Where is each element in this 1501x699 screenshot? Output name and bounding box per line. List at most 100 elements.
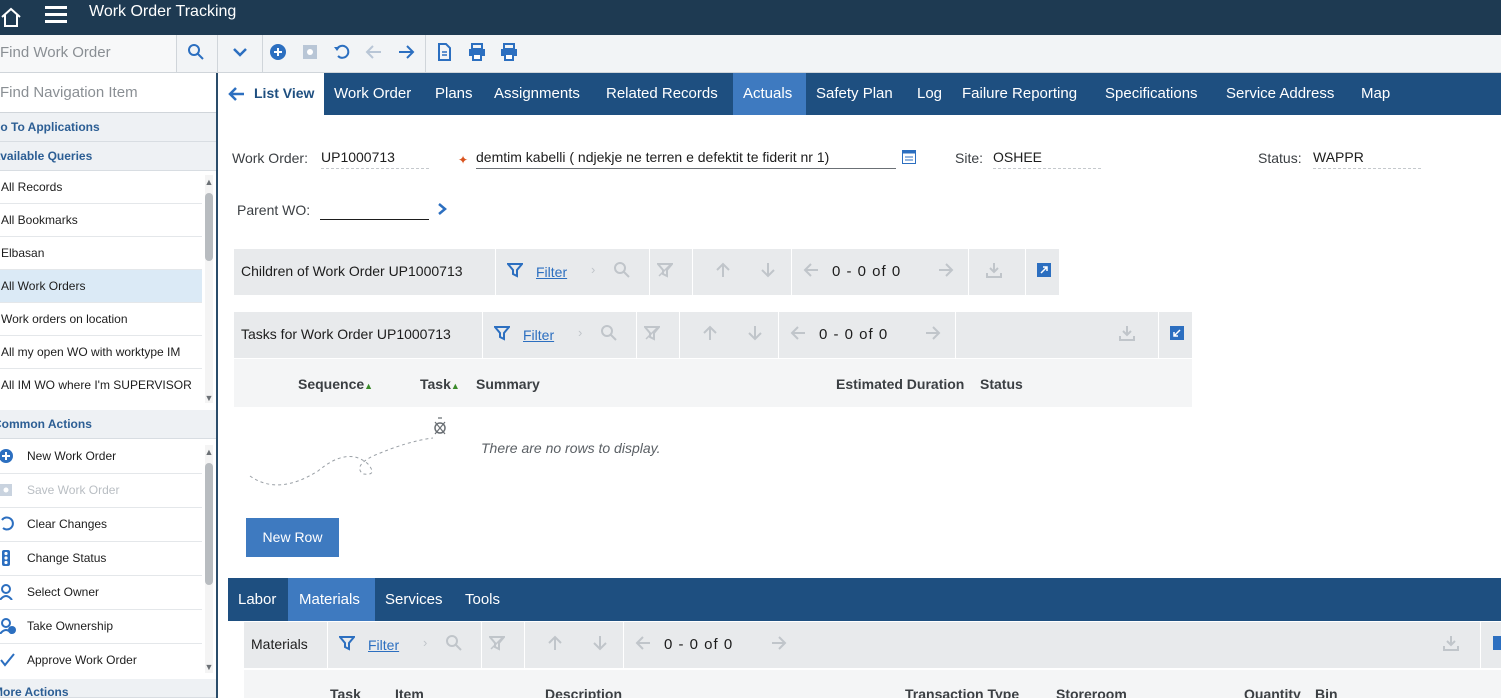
next-page-icon[interactable] (925, 325, 941, 345)
new-row-button[interactable]: New Row (246, 518, 339, 557)
tab-assignments[interactable]: Assignments (484, 73, 596, 115)
description-field[interactable]: demtim kabelli ( ndjekje ne terren e def… (476, 149, 896, 169)
back-arrow-icon[interactable] (363, 43, 385, 65)
clear-filter-icon[interactable] (487, 635, 507, 655)
query-item[interactable]: All Records (0, 171, 202, 204)
scroll-down-icon[interactable]: ▼ (204, 662, 214, 672)
arrow-up-icon[interactable] (715, 262, 731, 282)
column-description[interactable]: Description (545, 686, 622, 698)
new-work-order-action[interactable]: New Work Order (0, 440, 202, 474)
filter-link[interactable]: Filter (523, 327, 554, 343)
download-icon[interactable] (1443, 635, 1459, 655)
search-icon[interactable] (601, 325, 617, 345)
menu-icon[interactable] (44, 4, 68, 24)
document-icon[interactable] (433, 43, 455, 65)
filter-link[interactable]: Filter (368, 637, 399, 653)
filter-icon[interactable] (505, 262, 525, 282)
list-view-button[interactable]: List View (218, 73, 324, 115)
save-icon[interactable] (299, 43, 321, 65)
subtab-tools[interactable]: Tools (455, 578, 515, 621)
long-description-icon[interactable] (902, 150, 916, 169)
chevron-down-icon[interactable] (229, 43, 251, 65)
tab-service-address[interactable]: Service Address (1216, 73, 1351, 115)
save-work-order-action[interactable]: Save Work Order (0, 474, 202, 508)
work-order-field[interactable]: UP1000713 (321, 149, 429, 169)
tab-work-order[interactable]: Work Order (324, 73, 425, 115)
next-page-icon[interactable] (771, 635, 787, 655)
query-item[interactable]: Work orders on location (0, 303, 202, 336)
column-bin[interactable]: Bin (1315, 686, 1338, 698)
clear-changes-action[interactable]: Clear Changes (0, 508, 202, 542)
filter-icon[interactable] (337, 635, 357, 655)
query-item[interactable]: Elbasan (0, 237, 202, 270)
scroll-down-icon[interactable]: ▼ (204, 393, 214, 403)
filter-link[interactable]: Filter (536, 264, 567, 280)
arrow-up-icon[interactable] (547, 635, 563, 655)
select-owner-action[interactable]: Select Owner (0, 576, 202, 610)
arrow-down-icon[interactable] (747, 325, 763, 345)
column-task[interactable]: Task▲ (420, 376, 460, 392)
queries-scroll-thumb[interactable] (205, 193, 213, 261)
query-item[interactable]: All IM WO where I'm SUPERVISOR (0, 369, 202, 402)
chevron-right-icon[interactable]: › (591, 262, 595, 277)
column-storeroom[interactable]: Storeroom (1056, 686, 1127, 698)
query-item-selected[interactable]: All Work Orders (0, 270, 202, 303)
common-actions-header[interactable]: Common Actions (0, 410, 216, 439)
previous-page-icon[interactable] (803, 262, 819, 282)
arrow-up-icon[interactable] (702, 325, 718, 345)
next-page-icon[interactable] (938, 262, 954, 282)
print-details-icon[interactable] (498, 43, 520, 65)
subtab-services[interactable]: Services (375, 578, 455, 621)
column-summary[interactable]: Summary (476, 376, 540, 392)
scroll-up-icon[interactable]: ▲ (204, 177, 214, 187)
scroll-up-icon[interactable]: ▲ (204, 447, 214, 457)
go-to-applications[interactable]: Go To Applications (0, 113, 216, 142)
tab-plans[interactable]: Plans (425, 73, 484, 115)
site-field[interactable]: OSHEE (993, 149, 1101, 169)
subtab-materials[interactable]: Materials (288, 578, 375, 621)
expand-icon[interactable] (1036, 262, 1052, 282)
filter-icon[interactable] (492, 325, 512, 345)
arrow-down-icon[interactable] (760, 262, 776, 282)
search-icon[interactable] (446, 635, 462, 655)
download-icon[interactable] (986, 262, 1002, 282)
add-icon[interactable] (267, 43, 289, 65)
change-status-action[interactable]: Change Status (0, 542, 202, 576)
download-icon[interactable] (1119, 325, 1135, 345)
tab-related-records[interactable]: Related Records (596, 73, 733, 115)
previous-page-icon[interactable] (790, 325, 806, 345)
undo-icon[interactable] (331, 43, 353, 65)
column-item[interactable]: Item (395, 686, 424, 698)
status-field[interactable]: WAPPR (1313, 149, 1421, 169)
print-icon[interactable] (466, 43, 488, 65)
column-estimated-duration[interactable]: Estimated Duration (836, 376, 964, 392)
tab-safety-plan[interactable]: Safety Plan (806, 73, 907, 115)
tab-map[interactable]: Map (1351, 73, 1401, 115)
approve-work-order-action[interactable]: Approve Work Order (0, 644, 202, 678)
clear-filter-icon[interactable] (655, 262, 675, 282)
find-work-order-input[interactable]: Find Work Order (0, 35, 177, 72)
chevron-right-icon[interactable] (436, 202, 448, 221)
tab-specifications[interactable]: Specifications (1095, 73, 1216, 115)
query-item[interactable]: All Bookmarks (0, 204, 202, 237)
tab-failure-reporting[interactable]: Failure Reporting (952, 73, 1095, 115)
column-transaction-type[interactable]: Transaction Type (905, 686, 1019, 698)
column-quantity[interactable]: Quantity (1244, 686, 1301, 698)
tab-actuals[interactable]: Actuals (733, 73, 806, 115)
search-icon[interactable] (614, 262, 630, 282)
clear-filter-icon[interactable] (642, 325, 662, 345)
column-status[interactable]: Status (980, 376, 1023, 392)
tab-log[interactable]: Log (907, 73, 952, 115)
column-task[interactable]: Task (330, 686, 361, 698)
forward-arrow-icon[interactable] (395, 43, 417, 65)
home-icon[interactable] (0, 6, 22, 28)
chevron-right-icon[interactable]: › (578, 325, 582, 340)
collapse-icon[interactable] (1492, 635, 1501, 655)
search-icon[interactable] (185, 43, 207, 65)
parent-wo-field[interactable] (320, 201, 429, 220)
collapse-icon[interactable] (1169, 325, 1185, 345)
previous-page-icon[interactable] (635, 635, 651, 655)
find-navigation-input[interactable]: Find Navigation Item (0, 73, 216, 113)
more-actions-header[interactable]: More Actions (0, 679, 216, 699)
subtab-labor[interactable]: Labor (228, 578, 288, 621)
